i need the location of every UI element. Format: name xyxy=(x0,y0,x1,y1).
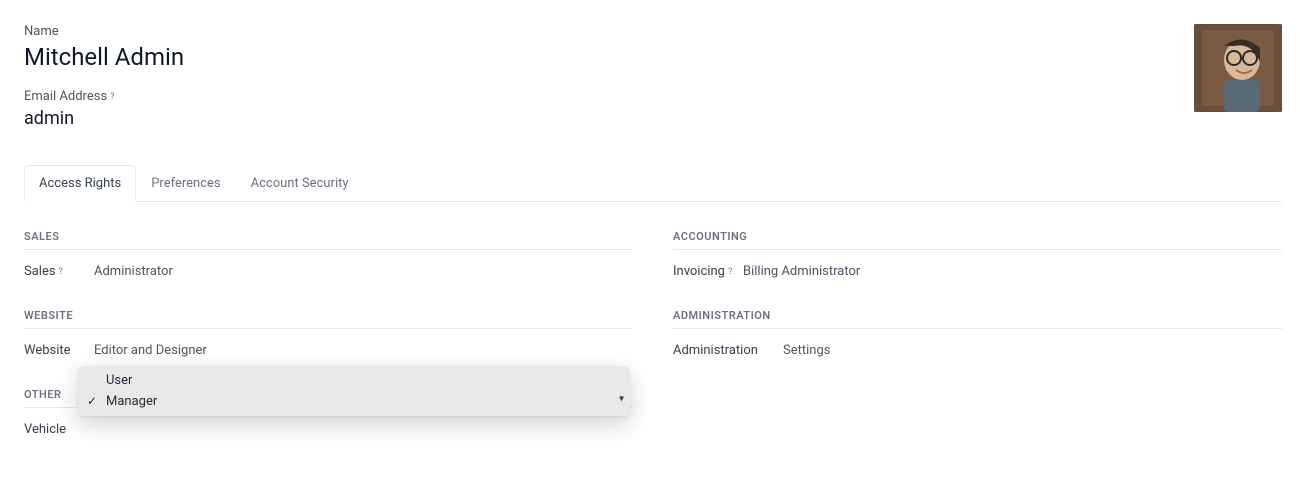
row-invoicing: Invoicing ? Billing Administrator xyxy=(673,260,1282,283)
content-columns: SALES Sales ? Administrator WEBSITE Webs… xyxy=(24,230,1282,467)
help-icon[interactable]: ? xyxy=(110,92,114,102)
tab-preferences[interactable]: Preferences xyxy=(136,165,235,202)
row-label-text: Invoicing xyxy=(673,264,725,279)
row-administration: Administration Settings xyxy=(673,339,1282,362)
row-label-text: Sales xyxy=(24,264,56,279)
row-label-vehicle: Vehicle xyxy=(24,422,94,437)
row-label-website: Website xyxy=(24,343,94,358)
row-website: Website Editor and Designer xyxy=(24,339,633,362)
email-field-block: Email Address ? admin xyxy=(24,89,1194,129)
row-sales: Sales ? Administrator xyxy=(24,260,633,283)
row-value-invoicing[interactable]: Billing Administrator xyxy=(743,264,860,279)
section-administration: ADMINISTRATION Administration Settings xyxy=(673,309,1282,362)
row-label-administration: Administration xyxy=(673,343,783,358)
section-other: OTHER Vehicle User ✓ Manager ▾ xyxy=(24,388,633,441)
row-value-website[interactable]: Editor and Designer xyxy=(94,343,207,358)
section-title-administration: ADMINISTRATION xyxy=(673,309,1282,329)
row-label-text: Administration xyxy=(673,343,758,358)
row-value-administration[interactable]: Settings xyxy=(783,343,830,358)
left-column: SALES Sales ? Administrator WEBSITE Webs… xyxy=(24,230,633,467)
right-column: ACCOUNTING Invoicing ? Billing Administr… xyxy=(673,230,1282,467)
avatar-image xyxy=(1194,24,1282,112)
vehicle-dropdown[interactable]: User ✓ Manager ▾ xyxy=(78,366,630,416)
name-label: Name xyxy=(24,24,1194,39)
row-label-invoicing: Invoicing ? xyxy=(673,264,743,279)
option-label: User xyxy=(106,373,132,388)
avatar[interactable] xyxy=(1194,24,1282,112)
help-icon[interactable]: ? xyxy=(728,267,732,277)
email-label-text: Email Address xyxy=(24,89,107,104)
dropdown-option-manager[interactable]: ✓ Manager xyxy=(78,391,630,412)
section-title-accounting: ACCOUNTING xyxy=(673,230,1282,250)
email-value[interactable]: admin xyxy=(24,108,1194,129)
name-value[interactable]: Mitchell Admin xyxy=(24,43,1194,71)
section-accounting: ACCOUNTING Invoicing ? Billing Administr… xyxy=(673,230,1282,283)
section-sales: SALES Sales ? Administrator xyxy=(24,230,633,283)
help-icon[interactable]: ? xyxy=(59,267,63,277)
row-label-text: Vehicle xyxy=(24,422,66,437)
row-value-sales[interactable]: Administrator xyxy=(94,264,173,279)
tab-access-rights[interactable]: Access Rights xyxy=(24,165,136,202)
option-label: Manager xyxy=(106,394,157,409)
header-area: Name Mitchell Admin Email Address ? admi… xyxy=(24,24,1282,147)
tab-account-security[interactable]: Account Security xyxy=(236,165,364,202)
row-label-sales: Sales ? xyxy=(24,264,94,279)
check-icon: ✓ xyxy=(87,394,97,408)
row-label-text: Website xyxy=(24,343,71,358)
header-fields: Name Mitchell Admin Email Address ? admi… xyxy=(24,24,1194,147)
section-website: WEBSITE Website Editor and Designer xyxy=(24,309,633,362)
name-field-block: Name Mitchell Admin xyxy=(24,24,1194,71)
section-title-website: WEBSITE xyxy=(24,309,633,329)
dropdown-option-user[interactable]: User xyxy=(78,370,630,391)
tabs: Access Rights Preferences Account Securi… xyxy=(24,165,1282,202)
section-title-sales: SALES xyxy=(24,230,633,250)
email-label: Email Address ? xyxy=(24,89,1194,104)
row-vehicle: Vehicle User ✓ Manager ▾ xyxy=(24,418,633,441)
